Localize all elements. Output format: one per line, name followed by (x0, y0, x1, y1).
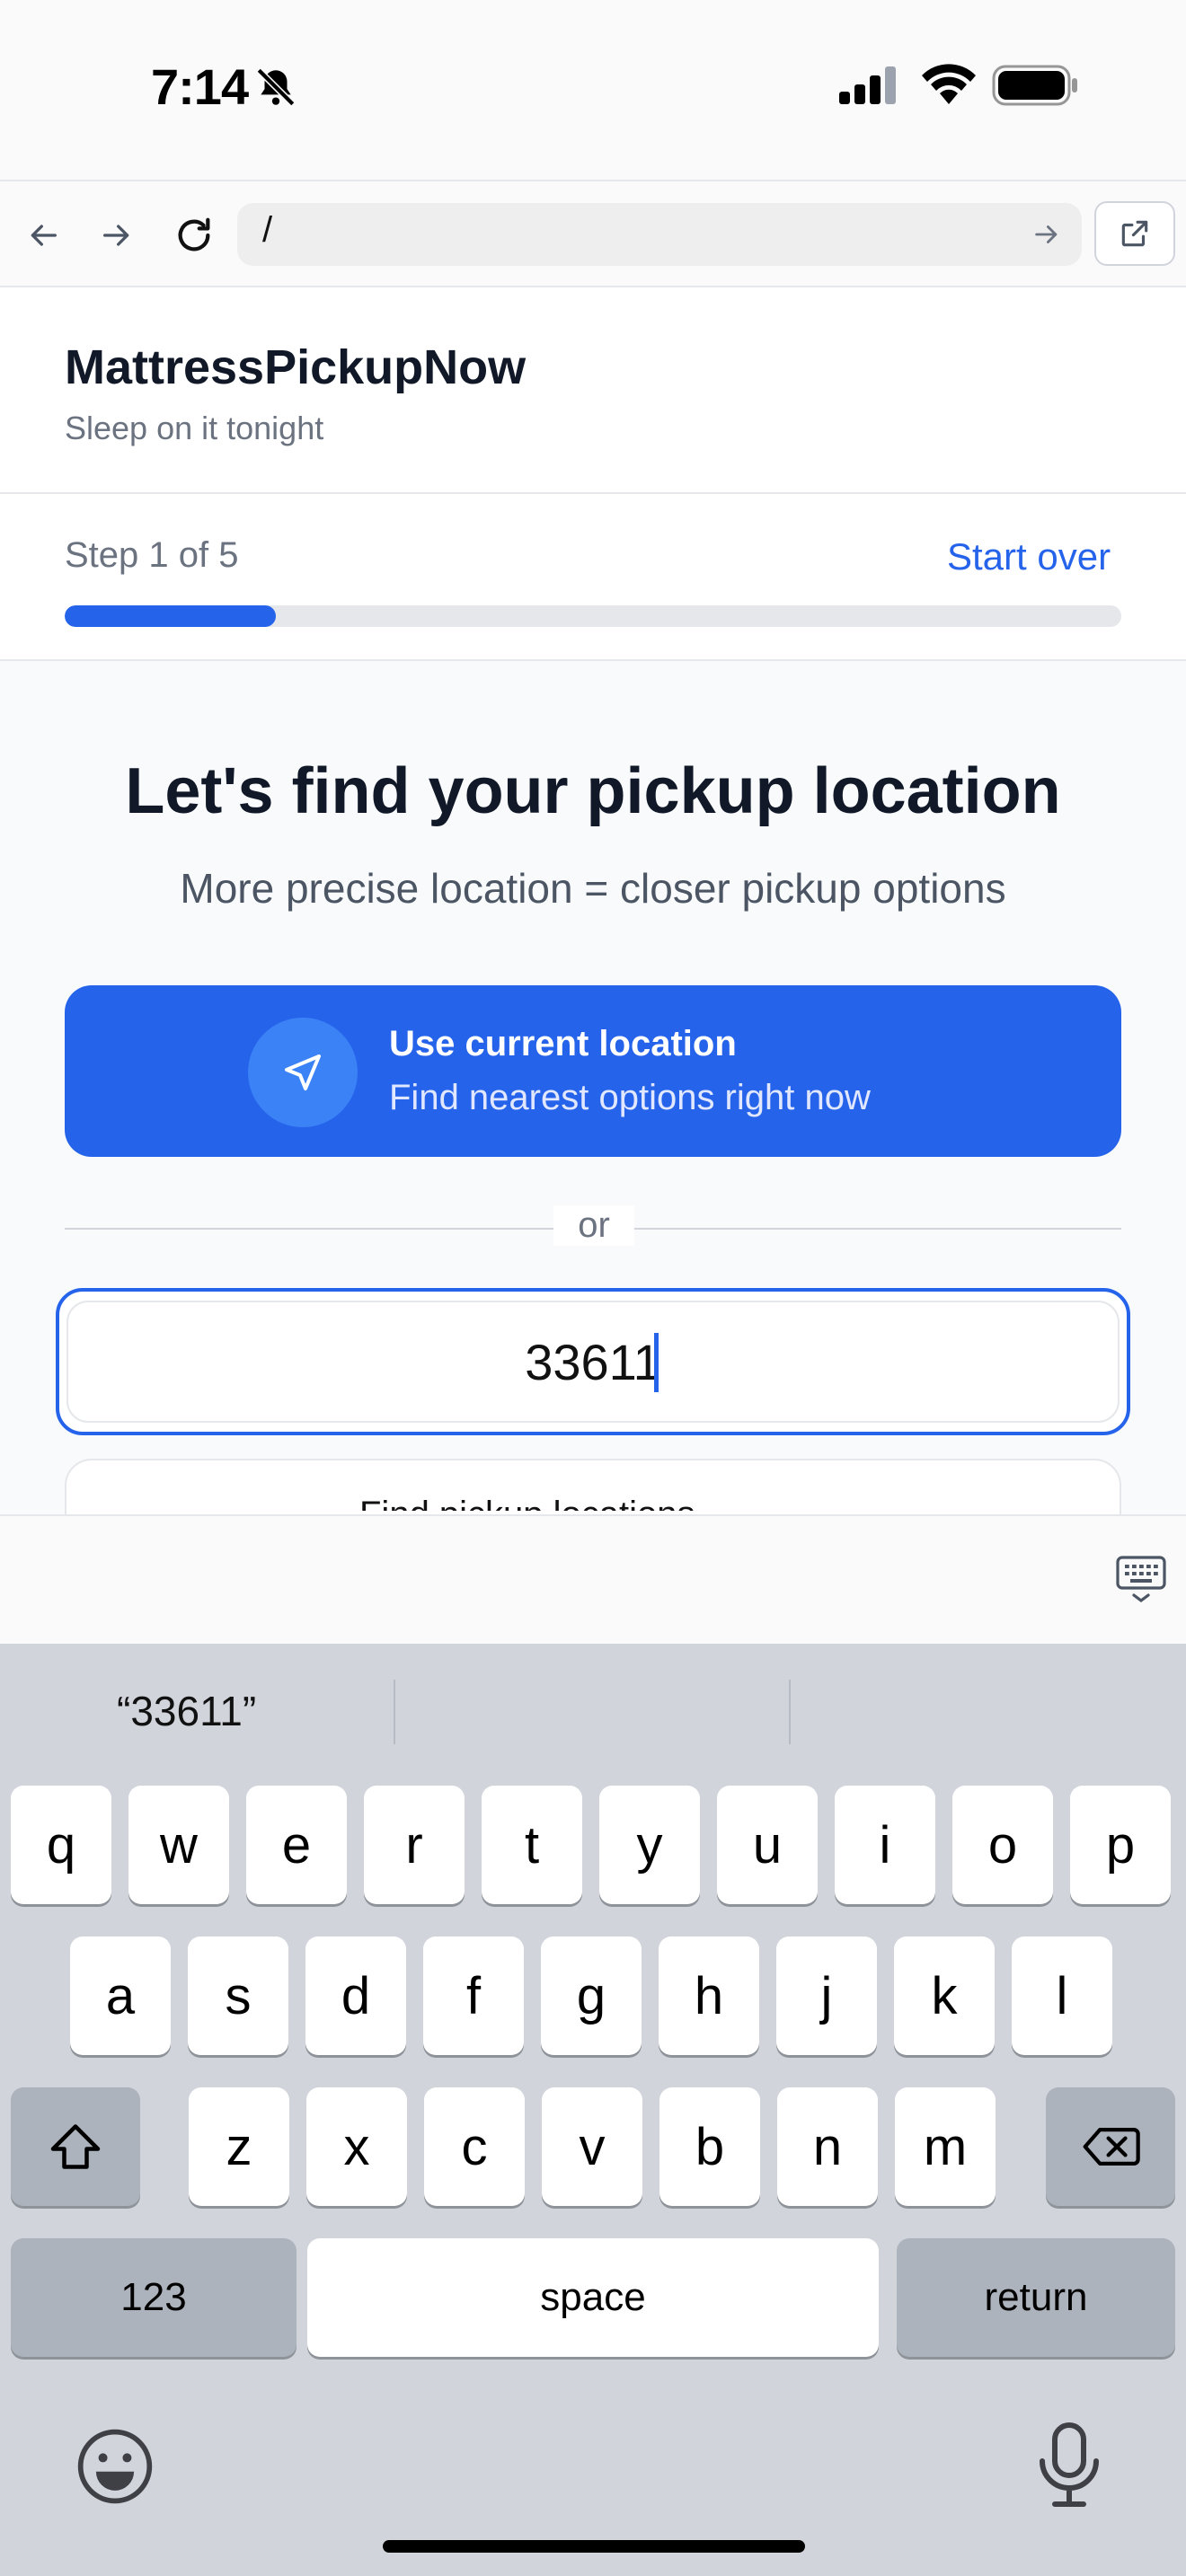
url-text: / (262, 210, 273, 250)
key-a[interactable]: a (70, 1936, 171, 2055)
reload-icon[interactable] (167, 208, 221, 262)
space-key[interactable]: space (307, 2238, 879, 2357)
url-bar[interactable] (237, 203, 1082, 266)
silent-mode-icon (253, 65, 298, 110)
key-s[interactable]: s (188, 1936, 288, 2055)
return-key[interactable]: return (897, 2238, 1175, 2357)
key-d[interactable]: d (305, 1936, 406, 2055)
numbers-key[interactable]: 123 (11, 2238, 296, 2357)
page-subtitle: More precise location = closer pickup op… (180, 865, 1006, 912)
shift-key[interactable] (11, 2087, 140, 2206)
divider (65, 1228, 553, 1230)
back-arrow-icon[interactable] (16, 208, 70, 262)
use-location-title: Use current location (389, 1024, 737, 1063)
progress-bar-fill (65, 605, 277, 627)
key-g[interactable]: g (541, 1936, 642, 2055)
zip-code-input[interactable] (66, 1301, 1120, 1423)
step-label: Step 1 of 5 (65, 535, 239, 575)
key-m[interactable]: m (895, 2087, 996, 2206)
cellular-signal-icon (839, 66, 898, 109)
key-v[interactable]: v (542, 2087, 642, 2206)
key-b[interactable]: b (659, 2087, 760, 2206)
emoji-icon[interactable] (74, 2425, 156, 2512)
start-over-link[interactable]: Start over (947, 535, 1111, 578)
suggestion-divider (789, 1680, 791, 1744)
key-q[interactable]: q (11, 1786, 111, 1904)
wifi-icon (922, 63, 976, 110)
key-f[interactable]: f (423, 1936, 524, 2055)
key-n[interactable]: n (777, 2087, 878, 2206)
key-e[interactable]: e (246, 1786, 347, 1904)
key-r[interactable]: r (364, 1786, 465, 1904)
divider (634, 1228, 1121, 1230)
page-title: Let's find your pickup location (125, 755, 1061, 827)
key-l[interactable]: l (1012, 1936, 1112, 2055)
use-current-location-button[interactable] (65, 985, 1121, 1157)
key-p[interactable]: p (1070, 1786, 1171, 1904)
go-arrow-icon[interactable] (1031, 219, 1062, 254)
key-x[interactable]: x (306, 2087, 407, 2206)
home-indicator (383, 2540, 805, 2553)
or-separator: or (553, 1205, 634, 1246)
microphone-icon[interactable] (1033, 2422, 1105, 2512)
brand-tagline: Sleep on it tonight (65, 410, 324, 446)
key-u[interactable]: u (717, 1786, 818, 1904)
battery-icon (992, 65, 1078, 110)
key-j[interactable]: j (776, 1936, 877, 2055)
forward-arrow-icon[interactable] (90, 208, 144, 262)
key-y[interactable]: y (599, 1786, 700, 1904)
text-caret (654, 1333, 659, 1392)
location-arrow-icon (248, 1018, 358, 1127)
key-h[interactable]: h (659, 1936, 759, 2055)
brand-name[interactable]: MattressPickupNow (65, 340, 526, 395)
keyboard-dismiss-icon[interactable] (1114, 1554, 1168, 1610)
use-location-subtitle: Find nearest options right now (389, 1078, 871, 1117)
key-z[interactable]: z (189, 2087, 289, 2206)
suggestion-1[interactable]: “33611” (117, 1687, 256, 1735)
key-i[interactable]: i (835, 1786, 935, 1904)
key-c[interactable]: c (424, 2087, 525, 2206)
key-t[interactable]: t (482, 1786, 582, 1904)
keyboard-accessory-bar (0, 1514, 1186, 1644)
key-k[interactable]: k (894, 1936, 995, 2055)
backspace-key[interactable] (1046, 2087, 1175, 2206)
open-external-icon[interactable] (1094, 201, 1175, 266)
status-time: 7:14 (151, 58, 249, 115)
key-w[interactable]: w (128, 1786, 229, 1904)
progress-bar (65, 605, 1121, 627)
suggestion-divider (394, 1680, 395, 1744)
key-o[interactable]: o (952, 1786, 1053, 1904)
